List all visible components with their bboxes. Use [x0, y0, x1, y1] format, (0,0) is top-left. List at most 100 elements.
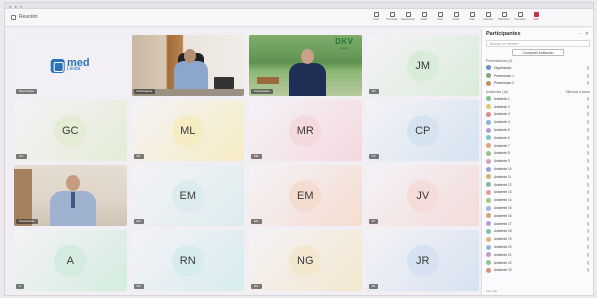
- presenters-section-header[interactable]: Presentadores (3): [486, 59, 590, 63]
- participant-tile[interactable]: AA: [14, 230, 127, 291]
- participant-row[interactable]: Asistente 23 🎙: [486, 267, 590, 275]
- toolbar-button-label: Chat: [373, 18, 379, 21]
- participant-name: Asistente 15: [494, 206, 512, 211]
- avatar: [486, 267, 491, 273]
- share-icon: [517, 12, 523, 17]
- participant-row[interactable]: Presentador 1 🎙: [486, 72, 590, 80]
- participant-name: Asistente 20: [494, 245, 512, 250]
- attendees-section-header[interactable]: Asistentes (16) Silenciar a todos: [486, 90, 590, 94]
- participant-row[interactable]: Asistente 14 🎙: [486, 196, 590, 204]
- avatar: JV: [406, 179, 439, 212]
- participant-row[interactable]: Asistente 9 🎙: [486, 157, 590, 165]
- avatar: [486, 65, 491, 71]
- reaction-icon: [405, 12, 411, 17]
- participant-tile[interactable]: JM JM: [366, 35, 479, 96]
- participant-row[interactable]: Asistente 13 🎙: [486, 189, 590, 197]
- participant-row[interactable]: Asistente 22 🎙: [486, 259, 590, 267]
- avatar: [486, 127, 491, 133]
- participant-row[interactable]: Asistente 12 🎙: [486, 181, 590, 189]
- notes-icon: [453, 12, 459, 17]
- participant-row[interactable]: Organizador 🎙: [486, 64, 590, 72]
- participant-row[interactable]: Asistente 7 🎙: [486, 142, 590, 150]
- participant-face: [66, 175, 80, 191]
- participant-name: Presentador 1: [494, 73, 515, 78]
- participant-name-label: EM: [251, 219, 262, 224]
- participant-tile[interactable]: JV JV: [366, 165, 479, 226]
- participant-tile[interactable]: med Lleida Med Lleida: [14, 35, 127, 96]
- participant-name-label: MR: [251, 154, 262, 159]
- participant-row[interactable]: Asistente 5 🎙: [486, 126, 590, 134]
- participant-tile[interactable]: RN RN: [131, 230, 244, 291]
- participant-name: Presentador 2: [494, 81, 515, 86]
- more-options-icon[interactable]: ⋯: [577, 31, 582, 37]
- rooms-button[interactable]: Salas: [417, 11, 431, 25]
- avatar: [486, 158, 491, 164]
- more-button[interactable]: Más: [465, 11, 479, 25]
- participant-row[interactable]: Asistente 20 🎙: [486, 243, 590, 251]
- panel-footer-link[interactable]: Ver todo: [486, 289, 497, 293]
- participant-row[interactable]: Asistente 11 🎙: [486, 173, 590, 181]
- participant-row[interactable]: Asistente 19 🎙: [486, 235, 590, 243]
- mic-button[interactable]: Micrófono: [497, 11, 511, 25]
- participant-row[interactable]: Asistente 2 🎙: [486, 103, 590, 111]
- reaction-button[interactable]: Reacciones: [401, 11, 415, 25]
- chat-button[interactable]: Chat: [369, 11, 383, 25]
- mic-muted-icon: 🎙: [586, 120, 591, 125]
- brand-text: DKV: [335, 37, 354, 46]
- participant-tile[interactable]: ML ML: [131, 100, 244, 161]
- avatar: JR: [406, 244, 439, 277]
- avatar: [486, 104, 491, 110]
- participant-tile[interactable]: DKV Salud Participante: [249, 35, 362, 96]
- participant-row[interactable]: Asistente 10 🎙: [486, 165, 590, 173]
- participant-row[interactable]: Asistente 21 🎙: [486, 251, 590, 259]
- door: [14, 169, 32, 226]
- participant-row[interactable]: Asistente 6 🎙: [486, 134, 590, 142]
- participant-tile[interactable]: CP CP: [366, 100, 479, 161]
- view-button[interactable]: Vista: [433, 11, 447, 25]
- participant-row[interactable]: Asistente 15 🎙: [486, 204, 590, 212]
- participant-row[interactable]: Presentador 2 🎙: [486, 80, 590, 88]
- avatar: [486, 96, 491, 102]
- people-button[interactable]: Personas: [385, 11, 399, 25]
- participant-row[interactable]: Asistente 16 🎙: [486, 212, 590, 220]
- share-invite-button[interactable]: Compartir invitación: [512, 49, 564, 56]
- close-icon[interactable]: ✕: [585, 31, 589, 37]
- participant-tile[interactable]: JR JR: [366, 230, 479, 291]
- participant-tile[interactable]: EM EM: [131, 165, 244, 226]
- participant-tile[interactable]: Participante: [14, 165, 127, 226]
- leave-button[interactable]: Salir: [529, 11, 543, 25]
- avatar: [486, 189, 491, 195]
- participant-name-label: Participante: [16, 219, 38, 224]
- participant-tile[interactable]: GC GC: [14, 100, 127, 161]
- mic-muted-icon: 🎙: [586, 252, 591, 257]
- participant-row[interactable]: Asistente 8 🎙: [486, 150, 590, 158]
- participant-search-input[interactable]: Buscar un nombre: [486, 40, 590, 47]
- mic-muted-icon: 🎙: [586, 221, 591, 226]
- avatar: [486, 143, 491, 149]
- participant-tile[interactable]: NG NG: [249, 230, 362, 291]
- mic-icon: [501, 12, 507, 17]
- mic-muted-icon: 🎙: [586, 268, 591, 273]
- participant-row[interactable]: Asistente 4 🎙: [486, 118, 590, 126]
- participant-row[interactable]: Asistente 1 🎙: [486, 95, 590, 103]
- bench: [257, 77, 279, 84]
- participant-row[interactable]: Asistente 18 🎙: [486, 228, 590, 236]
- avatar: [486, 197, 491, 203]
- mute-all-link[interactable]: Silenciar a todos: [566, 90, 590, 94]
- participant-name-label: Participante: [251, 89, 273, 94]
- participant-tile[interactable]: MR MR: [249, 100, 362, 161]
- avatar: [486, 205, 491, 211]
- share-button[interactable]: Compartir: [513, 11, 527, 25]
- participant-name: Asistente 2: [494, 104, 510, 109]
- notes-button[interactable]: Notas: [449, 11, 463, 25]
- participant-row[interactable]: Asistente 3 🎙: [486, 111, 590, 119]
- participant-tile[interactable]: Participante: [131, 35, 244, 96]
- participant-tile[interactable]: EM EM: [249, 165, 362, 226]
- participant-name: Asistente 21: [494, 252, 512, 257]
- camera-button[interactable]: Cámara: [481, 11, 495, 25]
- participant-name-label: A: [16, 284, 25, 289]
- participant-row[interactable]: Asistente 17 🎙: [486, 220, 590, 228]
- meeting-toolbar: Chat Personas Reacciones Salas Vista Notas Más…: [369, 11, 543, 25]
- participant-name-label: RN: [133, 284, 144, 289]
- participant-name-label: EM: [133, 219, 144, 224]
